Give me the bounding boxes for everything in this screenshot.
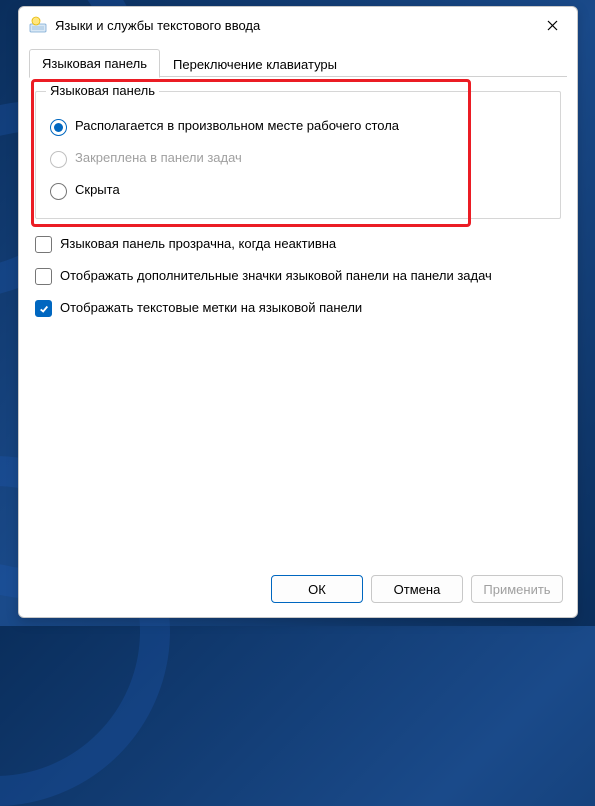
check-text-labels[interactable]: Отображать текстовые метки на языковой п…	[35, 299, 561, 317]
check-transparent[interactable]: Языковая панель прозрачна, когда неактив…	[35, 235, 561, 253]
dialog-window: Языки и службы текстового ввода Языковая…	[18, 6, 578, 618]
radio-label: Скрыта	[75, 182, 120, 197]
ok-button[interactable]: ОК	[271, 575, 363, 603]
radio-icon	[50, 119, 67, 136]
check-extra-icons[interactable]: Отображать дополнительные значки языково…	[35, 267, 561, 285]
window-title: Языки и службы текстового ввода	[55, 18, 531, 33]
checkbox-label: Отображать дополнительные значки языково…	[60, 267, 492, 285]
radio-label: Закреплена в панели задач	[75, 150, 242, 165]
app-icon	[29, 16, 47, 34]
tab-strip: Языковая панель Переключение клавиатуры	[19, 43, 577, 77]
close-icon	[547, 20, 558, 31]
checkbox-icon	[35, 268, 52, 285]
group-legend: Языковая панель	[46, 83, 159, 98]
checkbox-label: Отображать текстовые метки на языковой п…	[60, 299, 362, 317]
cancel-button[interactable]: Отмена	[371, 575, 463, 603]
language-bar-group: Языковая панель Располагается в произвол…	[35, 91, 561, 219]
radio-icon	[50, 151, 67, 168]
tab-keyboard-switch[interactable]: Переключение клавиатуры	[160, 50, 350, 78]
checkbox-icon	[35, 300, 52, 317]
checkbox-label: Языковая панель прозрачна, когда неактив…	[60, 235, 336, 253]
tab-language-bar[interactable]: Языковая панель	[29, 49, 160, 78]
check-icon	[39, 304, 49, 314]
radio-icon	[50, 183, 67, 200]
titlebar: Языки и службы текстового ввода	[19, 7, 577, 43]
checkbox-icon	[35, 236, 52, 253]
close-button[interactable]	[531, 10, 573, 40]
dialog-buttons: ОК Отмена Применить	[19, 565, 577, 617]
apply-button[interactable]: Применить	[471, 575, 563, 603]
radio-label: Располагается в произвольном месте рабоч…	[75, 118, 399, 133]
radio-hidden[interactable]: Скрыта	[50, 182, 546, 200]
radio-floating[interactable]: Располагается в произвольном месте рабоч…	[50, 118, 546, 136]
radio-docked[interactable]: Закреплена в панели задач	[50, 150, 546, 168]
panel-body: Языковая панель Располагается в произвол…	[19, 77, 577, 565]
